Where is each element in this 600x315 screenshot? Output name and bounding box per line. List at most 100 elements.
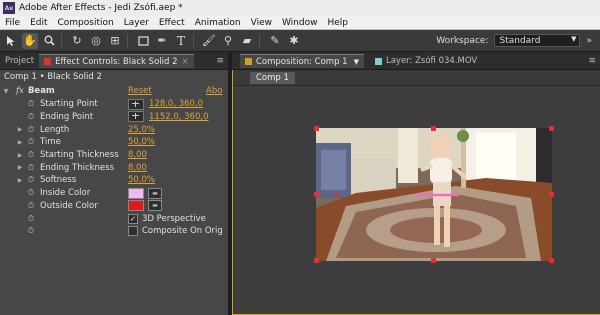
eraser-tool-icon[interactable]: ▰ [239, 33, 255, 49]
selection-tool-icon[interactable] [3, 33, 19, 49]
panel-menu-icon[interactable]: ≡ [588, 56, 596, 66]
property-row-starting-thickness[interactable]: ▶ ⏱ Starting Thickness 8,00 [0, 149, 228, 162]
tab-effect-controls[interactable]: Effect Controls: Black Solid 2 × [39, 54, 194, 68]
twirl-right-icon[interactable]: ▶ [16, 164, 24, 171]
property-row-softness[interactable]: ▶ ⏱ Softness 50,0% [0, 174, 228, 187]
layer-handle[interactable] [549, 192, 554, 197]
point-value[interactable]: 128,0, 360,0 [149, 99, 203, 109]
fx-toggle[interactable]: fx [16, 86, 24, 96]
property-row-inside-color[interactable]: ⏱ Inside Color ▬ [0, 187, 228, 200]
layer-handle[interactable] [431, 126, 436, 131]
layer-handle[interactable] [314, 192, 319, 197]
property-row-starting-point[interactable]: ⏱ Starting Point 128,0, 360,0 [0, 98, 228, 111]
reset-link[interactable]: Reset [128, 86, 152, 96]
twirl-right-icon[interactable]: ▶ [16, 139, 24, 146]
property-value-area: 8,00 [128, 150, 147, 160]
menu-layer[interactable]: Layer [119, 18, 154, 28]
property-value-area: ▬ [128, 200, 162, 212]
eyedropper-icon[interactable]: ▬ [148, 187, 162, 199]
stopwatch-icon[interactable]: ⏱ [26, 201, 36, 211]
layer-handle[interactable] [314, 258, 319, 263]
menu-composition[interactable]: Composition [53, 18, 119, 28]
twirl-right-icon[interactable]: ▶ [16, 152, 24, 159]
property-row-time[interactable]: ▶ ⏱ Time 50,0% [0, 136, 228, 149]
hand-tool-icon[interactable]: ✋ [22, 32, 38, 49]
menu-animation[interactable]: Animation [190, 18, 246, 28]
property-name: Length [40, 124, 70, 135]
checkbox[interactable]: ✓ [128, 213, 138, 224]
property-value[interactable]: 50,0% [128, 137, 155, 147]
camera-orbit-tool-icon[interactable]: ◎ [88, 33, 104, 49]
property-row-3d-perspective[interactable]: ⏱ ✓ 3D Perspective [0, 212, 228, 225]
layer-handle[interactable] [549, 126, 554, 131]
about-link[interactable]: Abo [206, 86, 222, 96]
menu-effect[interactable]: Effect [154, 18, 190, 28]
stopwatch-icon[interactable]: ⏱ [26, 137, 36, 147]
chevron-down-icon: ▼ [571, 35, 577, 43]
comp-breadcrumb[interactable]: Comp 1 [250, 72, 295, 84]
rectangle-tool-icon[interactable] [135, 33, 151, 49]
puppet-pin-tool-icon[interactable]: ✱ [286, 33, 302, 49]
menu-edit[interactable]: Edit [25, 18, 52, 28]
menu-view[interactable]: View [246, 18, 277, 28]
panel-menu-icon[interactable]: ≡ [216, 56, 224, 66]
stopwatch-icon[interactable]: ⏱ [26, 125, 36, 135]
type-tool-icon[interactable]: T [173, 33, 189, 49]
property-row-length[interactable]: ▶ ⏱ Length 25,0% [0, 123, 228, 136]
crosshair-icon[interactable] [128, 98, 144, 110]
rotate-tool-icon[interactable]: ↻ [69, 33, 85, 49]
color-swatch[interactable] [128, 187, 144, 199]
point-value[interactable]: 1152,0, 360,0 [149, 112, 208, 122]
stopwatch-icon[interactable]: ⏱ [26, 112, 36, 122]
stopwatch-icon[interactable]: ⏱ [26, 188, 36, 198]
brush-tool-icon[interactable]: 🖌 [201, 33, 217, 49]
property-value[interactable]: 8,00 [128, 163, 147, 173]
pen-tool-icon[interactable]: ✒ [154, 33, 170, 49]
stopwatch-icon[interactable]: ⏱ [26, 99, 36, 109]
twirl-right-icon[interactable]: ▶ [16, 126, 24, 133]
property-name: Inside Color [40, 188, 91, 199]
property-row-composite-on-orig[interactable]: ⏱ Composite On Orig [0, 225, 228, 238]
layer-handle[interactable] [431, 258, 436, 263]
stopwatch-icon[interactable]: ⏱ [26, 163, 36, 173]
color-swatch[interactable] [128, 200, 144, 212]
eyedropper-icon[interactable]: ▬ [148, 200, 162, 212]
pan-behind-tool-icon[interactable]: ⊞ [107, 33, 123, 49]
zoom-tool-icon[interactable] [41, 33, 57, 49]
crosshair-icon[interactable] [128, 111, 144, 123]
property-row-outside-color[interactable]: ⏱ Outside Color ▬ [0, 200, 228, 213]
layer-handle[interactable] [314, 126, 319, 131]
checkbox[interactable] [128, 226, 138, 237]
property-value[interactable]: 50,0% [128, 175, 155, 185]
layer-handle[interactable] [549, 258, 554, 263]
menu-window[interactable]: Window [277, 18, 323, 28]
property-row-ending-point[interactable]: ⏱ Ending Point 1152,0, 360,0 [0, 111, 228, 124]
effect-name: Beam [27, 86, 55, 97]
effect-row-beam[interactable]: ▼ fx Beam Reset Abo [0, 85, 228, 98]
clone-stamp-tool-icon[interactable]: ⚲ [220, 33, 236, 49]
menu-help[interactable]: Help [322, 18, 353, 28]
workspace-select[interactable]: Standard ▼ [494, 34, 581, 47]
stopwatch-icon[interactable]: ⏱ [26, 150, 36, 160]
stopwatch-icon[interactable]: ⏱ [26, 214, 36, 224]
composition-icon [245, 58, 252, 65]
property-value[interactable]: 8,00 [128, 150, 147, 160]
property-value[interactable]: 25,0% [128, 125, 155, 135]
beam-start-handle[interactable] [335, 193, 339, 197]
stopwatch-icon[interactable]: ⏱ [26, 226, 36, 236]
tab-layer[interactable]: Layer: Zsófi 034.MOV [370, 54, 482, 68]
tab-composition[interactable]: Composition: Comp 1 ▼ [240, 54, 364, 68]
tab-project[interactable]: Project [0, 54, 39, 68]
menu-bar: File Edit Composition Layer Effect Animation V… [0, 16, 600, 30]
twirl-right-icon[interactable]: ▶ [16, 177, 24, 184]
property-row-ending-thickness[interactable]: ▶ ⏱ Ending Thickness 8,00 [0, 162, 228, 175]
twirl-down-icon[interactable]: ▼ [2, 88, 10, 95]
stopwatch-icon[interactable]: ⏱ [26, 175, 36, 185]
chevron-down-icon[interactable]: ▼ [354, 58, 359, 66]
menu-file[interactable]: File [0, 18, 25, 28]
search-icon[interactable]: » [586, 36, 592, 46]
video-frame [316, 128, 552, 261]
composition-viewer[interactable] [316, 128, 552, 261]
roto-brush-tool-icon[interactable]: ✎ [267, 33, 283, 49]
close-icon[interactable]: × [182, 57, 189, 67]
